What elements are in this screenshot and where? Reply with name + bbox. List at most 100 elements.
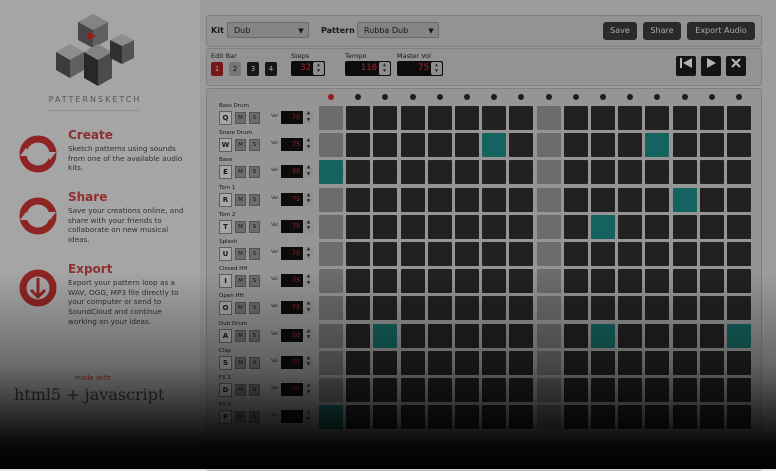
solo-button[interactable]: S [249, 356, 260, 369]
step-cell[interactable] [373, 378, 398, 402]
step-cell[interactable] [536, 106, 561, 130]
tempo-stepper[interactable]: 110 ▲ ▼ [345, 61, 391, 76]
step-cell[interactable] [509, 133, 534, 158]
step-cell[interactable] [427, 133, 452, 158]
step-cell[interactable] [563, 269, 588, 294]
step-cell[interactable] [400, 106, 425, 130]
step-cell[interactable] [618, 296, 643, 321]
step-cell[interactable] [536, 242, 561, 266]
share-button[interactable]: Share [643, 22, 681, 40]
mute-button[interactable]: M [235, 166, 246, 179]
step-cell[interactable] [427, 378, 452, 402]
step-cell[interactable] [563, 187, 588, 212]
step-cell[interactable] [400, 133, 425, 158]
step-cell[interactable] [563, 350, 588, 375]
spinner-arrows-icon[interactable]: ▲ ▼ [304, 274, 313, 288]
step-cell[interactable] [618, 214, 643, 239]
step-cell[interactable] [373, 187, 398, 212]
step-cell[interactable] [727, 133, 751, 158]
step-cell[interactable] [727, 160, 751, 185]
step-cell[interactable] [455, 160, 479, 185]
mute-button[interactable]: M [235, 248, 246, 260]
kit-select[interactable]: Dub ▼ [227, 22, 309, 38]
step-cell[interactable] [591, 160, 615, 185]
step-cell[interactable] [319, 323, 343, 348]
solo-button[interactable]: S [249, 384, 260, 396]
bar-button-3[interactable]: 3 [247, 62, 259, 76]
mute-button[interactable]: M [235, 356, 246, 369]
step-cell[interactable] [482, 242, 507, 266]
step-cell[interactable] [373, 296, 398, 321]
spinner-arrows-icon[interactable]: ▲ ▼ [304, 138, 313, 152]
spinner-arrows-icon[interactable]: ▲ ▼ [304, 111, 313, 124]
step-cell[interactable] [672, 405, 697, 430]
step-cell[interactable] [427, 323, 452, 348]
step-cell[interactable] [346, 378, 371, 402]
step-cell[interactable] [427, 242, 452, 266]
rewind-button[interactable] [676, 56, 696, 76]
step-cell[interactable] [509, 350, 534, 375]
step-cell[interactable] [455, 269, 479, 294]
step-cell[interactable] [427, 350, 452, 375]
step-cell[interactable] [536, 350, 561, 375]
step-cell[interactable] [591, 187, 615, 212]
step-cell[interactable] [672, 269, 697, 294]
step-cell[interactable] [563, 296, 588, 321]
step-cell[interactable] [482, 296, 507, 321]
step-cell[interactable] [591, 242, 615, 266]
step-cell[interactable] [482, 405, 507, 430]
step-cell[interactable] [536, 214, 561, 239]
step-cell[interactable] [346, 269, 371, 294]
step-cell[interactable] [400, 323, 425, 348]
step-cell[interactable] [699, 187, 724, 212]
step-cell[interactable] [482, 106, 507, 130]
step-cell[interactable] [699, 133, 724, 158]
spinner-arrows-icon[interactable]: ▲ ▼ [304, 192, 313, 206]
step-cell[interactable] [645, 106, 670, 130]
step-cell[interactable] [672, 350, 697, 375]
step-cell[interactable] [563, 405, 588, 430]
step-cell[interactable] [400, 296, 425, 321]
step-cell[interactable] [618, 350, 643, 375]
step-cell[interactable] [373, 160, 398, 185]
step-cell[interactable] [618, 269, 643, 294]
spinner-arrows-icon[interactable]: ▲ ▼ [313, 62, 324, 75]
spinner-arrows-icon[interactable]: ▲ ▼ [304, 328, 313, 342]
step-cell[interactable] [699, 296, 724, 321]
step-cell[interactable] [645, 323, 670, 348]
step-cell[interactable] [400, 242, 425, 266]
step-cell[interactable] [645, 160, 670, 185]
step-cell[interactable] [319, 378, 343, 402]
solo-button[interactable]: S [249, 193, 260, 206]
step-cell[interactable] [699, 350, 724, 375]
step-cell[interactable] [536, 187, 561, 212]
step-cell[interactable] [455, 350, 479, 375]
step-cell[interactable] [400, 269, 425, 294]
step-cell[interactable] [645, 269, 670, 294]
step-cell[interactable] [455, 378, 479, 402]
step-cell[interactable] [346, 242, 371, 266]
step-cell[interactable] [400, 160, 425, 185]
step-cell[interactable] [591, 405, 615, 430]
step-cell[interactable] [645, 378, 670, 402]
step-cell[interactable] [645, 214, 670, 239]
mute-button[interactable]: M [235, 302, 246, 315]
step-cell[interactable] [536, 378, 561, 402]
step-cell[interactable] [727, 405, 751, 430]
step-cell[interactable] [563, 378, 588, 402]
step-cell[interactable] [346, 350, 371, 375]
step-cell[interactable] [482, 133, 507, 158]
step-cell[interactable] [699, 323, 724, 348]
step-cell[interactable] [400, 405, 425, 430]
spinner-arrows-icon[interactable]: ▲ ▼ [304, 247, 313, 260]
step-cell[interactable] [591, 106, 615, 130]
step-cell[interactable] [618, 242, 643, 266]
step-cell[interactable] [482, 269, 507, 294]
step-cell[interactable] [509, 106, 534, 130]
step-cell[interactable] [563, 133, 588, 158]
instrument-key[interactable]: O [219, 301, 232, 316]
step-cell[interactable] [618, 405, 643, 430]
instrument-key[interactable]: A [219, 328, 232, 343]
solo-button[interactable]: S [249, 220, 260, 233]
step-cell[interactable] [373, 106, 398, 130]
